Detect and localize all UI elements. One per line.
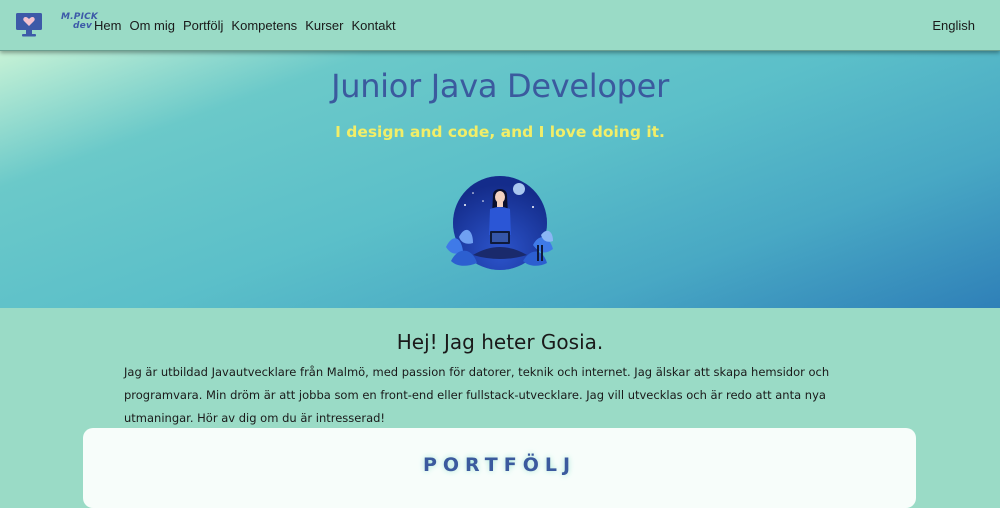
hero-section: Junior Java Developer I design and code,… [0, 51, 1000, 308]
hero-title: Junior Java Developer [331, 67, 669, 105]
portfolio-title: PORTFÖLJ [422, 454, 577, 476]
navbar: M.PICK dev Hem Om mig Portfölj Kompetens… [0, 0, 1000, 51]
monitor-heart-icon [16, 13, 42, 37]
nav-link-kompetens[interactable]: Kompetens [231, 18, 297, 33]
nav-links: Hem Om mig Portfölj Kompetens Kurser Kon… [94, 18, 404, 33]
nav-link-portfolj[interactable]: Portfölj [183, 18, 223, 33]
nav-link-kurser[interactable]: Kurser [305, 18, 343, 33]
intro-text: Jag är utbildad Javautvecklare från Malm… [124, 365, 830, 425]
portfolio-card: PORTFÖLJ [83, 428, 916, 508]
nav-link-hem[interactable]: Hem [94, 18, 121, 33]
nav-link-om-mig[interactable]: Om mig [129, 18, 175, 33]
intro-heading: Hej! Jag heter Gosia. [396, 330, 604, 354]
logo-text: M.PICK dev [61, 13, 98, 31]
hero-subtitle: I design and code, and I love doing it. [335, 123, 665, 141]
developer-with-laptop-illustration [446, 176, 553, 270]
logo[interactable]: M.PICK dev [15, 11, 98, 39]
language-switch-link[interactable]: English [932, 18, 975, 33]
nav-link-kontakt[interactable]: Kontakt [351, 18, 395, 33]
